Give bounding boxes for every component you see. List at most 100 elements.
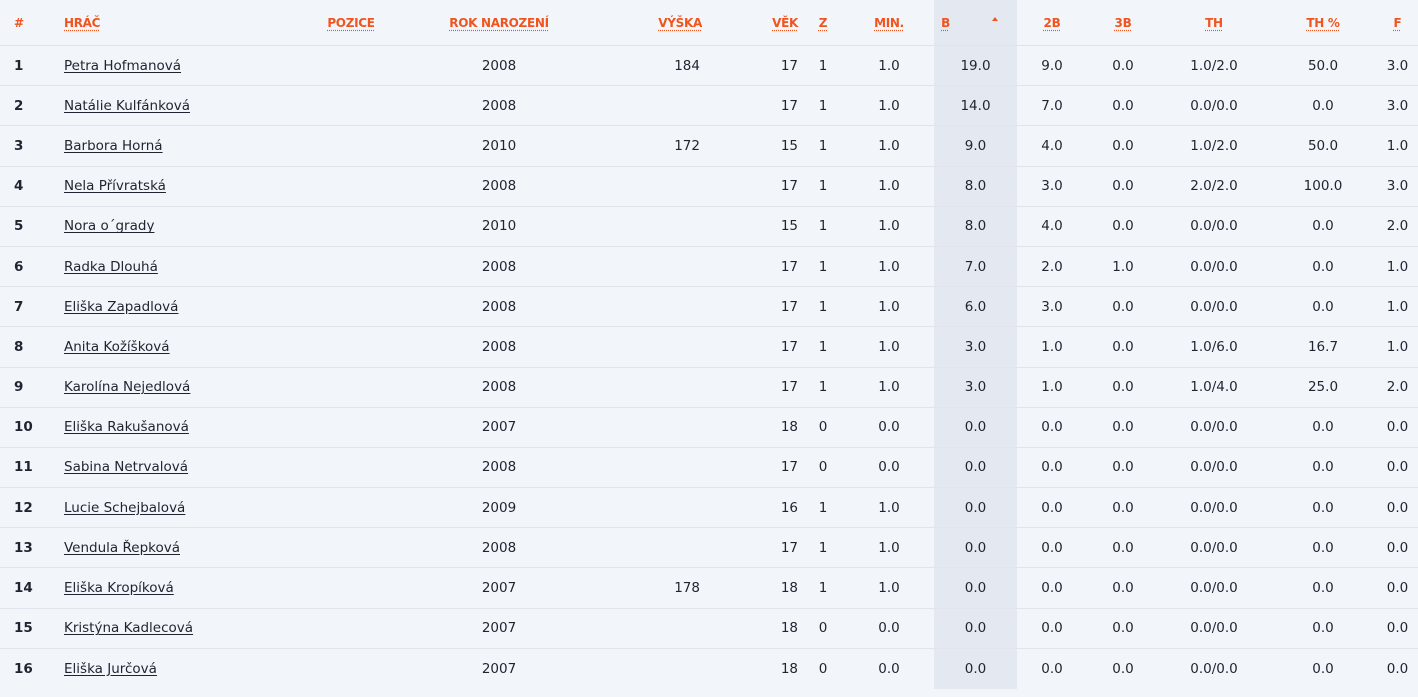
three-point-cell: 0.0: [1087, 205, 1159, 247]
player-name-cell: Vendula Řepková: [64, 527, 298, 568]
free-throws-cell: 0.0/0.0: [1159, 567, 1269, 609]
birth-year-cell: 2008: [404, 366, 594, 408]
player-link[interactable]: Eliška Kropíková: [64, 580, 174, 596]
player-column-header[interactable]: HRÁČ: [64, 0, 298, 46]
two-point-column-header[interactable]: 2B: [1017, 0, 1087, 46]
height-cell: [594, 446, 712, 488]
free-throws-cell: 0.0/0.0: [1159, 527, 1269, 568]
three-point-cell: 0.0: [1087, 366, 1159, 408]
table-row: 9 Karolína Nejedlová 2008 17 1 1.0 3.0 1.0 0.0 1.…: [0, 366, 1418, 408]
free-throws-cell: 1.0/4.0: [1159, 366, 1269, 408]
player-link[interactable]: Lucie Schejbalová: [64, 500, 185, 516]
player-link[interactable]: Vendula Řepková: [64, 540, 180, 556]
free-throw-pct-cell: 50.0: [1307, 57, 1339, 74]
minutes-cell: 1.0: [844, 205, 934, 247]
birth-year-cell: 2007: [404, 406, 594, 448]
minutes-column-header[interactable]: MIN.: [844, 0, 934, 46]
height-cell: [594, 406, 712, 448]
player-name-cell: Radka Dlouhá: [64, 245, 298, 287]
age-column-header[interactable]: VĚK: [712, 0, 802, 46]
position-column-header[interactable]: POZICE: [298, 0, 404, 46]
player-link[interactable]: Petra Hofmanová: [64, 58, 181, 74]
age-cell: 17: [712, 165, 802, 207]
birth-year-cell: 2007: [404, 647, 594, 689]
player-name-cell: Lucie Schejbalová: [64, 487, 298, 528]
points-cell: 9.0: [934, 125, 1017, 167]
points-cell: 3.0: [934, 326, 1017, 367]
player-link[interactable]: Eliška Rakušanová: [64, 419, 189, 435]
games-cell: 0: [802, 446, 844, 488]
table-header: # HRÁČ POZICE ROK NAROZENÍ VÝŠKA VĚK Z M…: [0, 0, 1418, 46]
player-link[interactable]: Eliška Zapadlová: [64, 299, 178, 315]
header-row: # HRÁČ POZICE ROK NAROZENÍ VÝŠKA VĚK Z M…: [0, 0, 1418, 46]
minutes-cell: 1.0: [844, 326, 934, 367]
two-point-cell: 1.0: [1017, 326, 1087, 367]
free-throw-pct-cell: 50.0: [1269, 125, 1377, 167]
table-body: 1 Petra Hofmanová 2008 184 17 1 1.0 19.0 9.0 0.0 1…: [0, 45, 1418, 689]
position-cell: [298, 326, 404, 367]
minutes-cell: 1.0: [878, 57, 900, 74]
minutes-cell: 0.0: [844, 406, 934, 448]
birth-year-cell: 2008: [404, 286, 594, 327]
games-cell: 1: [802, 567, 844, 609]
two-point-cell: 3.0: [1017, 286, 1087, 327]
minutes-cell: 0.0: [844, 446, 934, 488]
player-link[interactable]: Sabina Netrvalová: [64, 459, 188, 475]
position-cell: [298, 366, 404, 408]
birth-year-cell: 2008: [404, 165, 594, 207]
points-cell: 8.0: [934, 205, 1017, 247]
player-link[interactable]: Kristýna Kadlecová: [64, 620, 193, 636]
three-point-cell: 0.0: [1087, 527, 1159, 568]
games-cell: 1: [802, 85, 844, 126]
height-cell: [594, 85, 712, 126]
player-link[interactable]: Natálie Kulfánková: [64, 98, 190, 114]
table-row: 16 Eliška Jurčová 2007 18 0 0.0 0.0 0.0 0.0 0.0/0…: [0, 647, 1418, 689]
points-cell: 8.0: [934, 165, 1017, 207]
rank-cell: 3: [0, 125, 64, 167]
height-column-header[interactable]: VÝŠKA: [594, 0, 712, 46]
player-name-cell: Petra Hofmanová: [64, 46, 298, 86]
two-point-cell: 7.0: [1017, 85, 1087, 126]
three-point-cell: 0.0: [1112, 57, 1134, 74]
points-column-header[interactable]: B: [934, 0, 1017, 46]
position-cell: [298, 125, 404, 167]
free-throws-column-header[interactable]: TH: [1159, 0, 1269, 46]
age-cell: 18: [712, 647, 802, 689]
games-column-header[interactable]: Z: [802, 0, 844, 46]
rank-cell: 15: [0, 607, 64, 649]
player-link[interactable]: Radka Dlouhá: [64, 259, 158, 275]
player-link[interactable]: Nora o´grady: [64, 218, 154, 234]
free-throws-cell: 0.0/0.0: [1159, 205, 1269, 247]
minutes-cell: 0.0: [844, 647, 934, 689]
three-point-column-header[interactable]: 3B: [1087, 0, 1159, 46]
rank-cell: 5: [0, 205, 64, 247]
player-link[interactable]: Anita Kožíšková: [64, 339, 170, 355]
fouls-cell: 3.0: [1377, 85, 1418, 126]
height-cell: [594, 647, 712, 689]
height-cell: [594, 205, 712, 247]
fouls-column-header[interactable]: F: [1377, 0, 1418, 46]
free-throws-cell: 0.0/0.0: [1159, 607, 1269, 649]
fouls-cell: 0.0: [1377, 567, 1418, 609]
table-row: 3 Barbora Horná 2010 172 15 1 1.0 9.0 4.0 0.0 1.0/…: [0, 125, 1418, 167]
rank-cell: 1: [14, 57, 24, 74]
player-link[interactable]: Eliška Jurčová: [64, 661, 157, 677]
free-throws-cell: 0.0/0.0: [1159, 647, 1269, 689]
age-cell: 17: [780, 57, 798, 74]
player-link[interactable]: Karolína Nejedlová: [64, 379, 190, 395]
three-point-cell: 0.0: [1087, 446, 1159, 488]
points-cell: 7.0: [934, 245, 1017, 287]
table-row: 14 Eliška Kropíková 2007 178 18 1 1.0 0.0 0.0 0.0…: [0, 567, 1418, 609]
position-cell: [298, 286, 404, 327]
player-link[interactable]: Barbora Horná: [64, 138, 163, 154]
birth-year-column-header[interactable]: ROK NAROZENÍ: [404, 0, 594, 46]
free-throw-pct-cell: 100.0: [1269, 165, 1377, 207]
points-cell: 19.0: [934, 45, 1017, 86]
table-row: 1 Petra Hofmanová 2008 184 17 1 1.0 19.0 9.0 0.0 1…: [0, 45, 1418, 86]
rank-cell: 10: [0, 406, 64, 448]
player-name-cell: Anita Kožíšková: [64, 326, 298, 367]
free-throw-pct-column-header[interactable]: TH %: [1269, 0, 1377, 46]
minutes-cell: 1.0: [844, 286, 934, 327]
points-column-label: B: [941, 15, 950, 30]
player-link[interactable]: Nela Přívratská: [64, 178, 166, 194]
